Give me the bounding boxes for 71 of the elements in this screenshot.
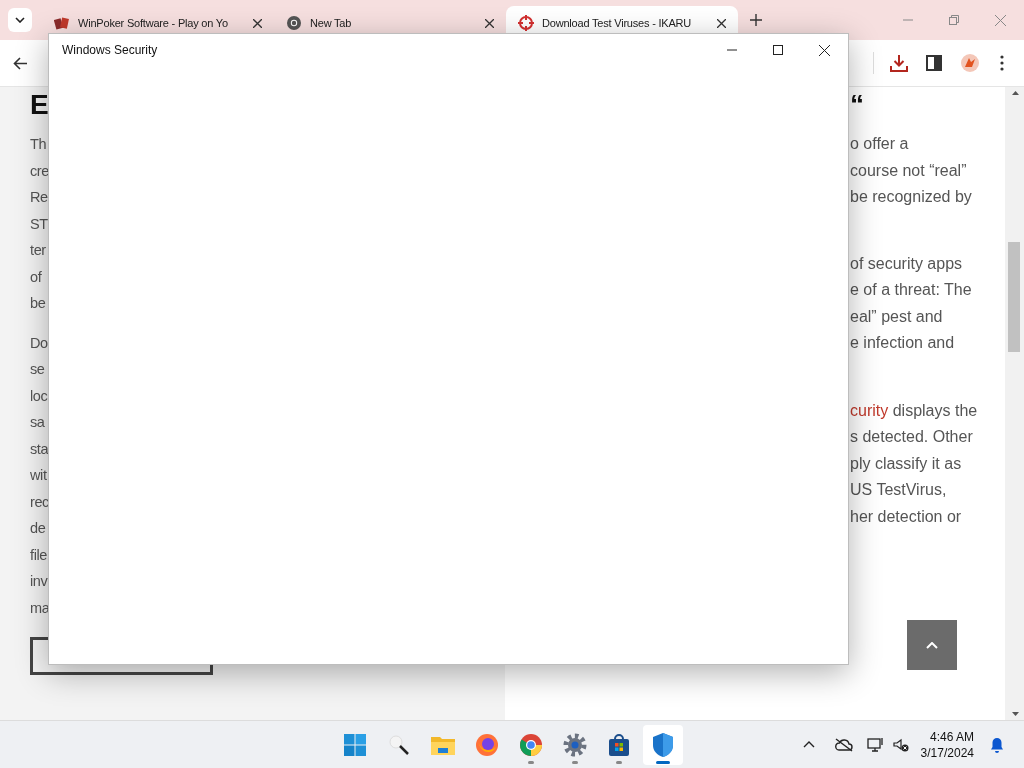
text-line: course not “real” — [850, 160, 967, 181]
close-tab-icon[interactable] — [253, 18, 262, 28]
taskbar-app[interactable] — [643, 724, 683, 765]
close-tab-icon[interactable] — [717, 18, 726, 28]
download-icon[interactable] — [890, 54, 908, 72]
playing-cards-icon — [54, 16, 70, 30]
text-line: de — [30, 519, 46, 538]
back-icon[interactable] — [13, 56, 28, 70]
browser-tab[interactable]: New Tab — [274, 6, 506, 40]
chevron-up-icon — [926, 641, 938, 649]
shield-icon — [651, 731, 675, 758]
heading: “ — [850, 89, 864, 121]
text-line: ter — [30, 241, 46, 260]
text-line: loc — [30, 386, 48, 406]
crosshair-icon — [518, 15, 534, 31]
text-line: s detected. Other — [850, 427, 973, 447]
text-line: cre — [30, 161, 49, 181]
text-line: US TestVirus, — [850, 480, 947, 500]
text-line: curity displays the — [850, 400, 978, 421]
text-line: rec — [30, 492, 49, 512]
tab-list-button[interactable] — [8, 8, 32, 32]
extension-icon[interactable] — [960, 53, 980, 73]
scroll-up-icon[interactable] — [1012, 91, 1019, 95]
text-line: be — [30, 294, 46, 313]
windows-logo-icon — [343, 732, 367, 757]
clock-date[interactable]: 3/17/2024 — [920, 744, 974, 761]
text-line: Th — [30, 135, 47, 154]
chrome-icon — [519, 732, 543, 757]
new-tab-icon[interactable] — [750, 14, 762, 26]
bell-icon[interactable] — [990, 736, 1004, 753]
text-line: her detection or — [850, 506, 962, 527]
scrollbar[interactable] — [1005, 87, 1024, 720]
text-line: e infection and — [850, 333, 955, 353]
chevron-up-icon[interactable] — [802, 741, 815, 748]
cloud-off-icon[interactable] — [834, 737, 853, 752]
scrollbar-thumb[interactable] — [1008, 242, 1020, 352]
text-line: wit — [30, 466, 47, 485]
gear-icon — [563, 732, 587, 757]
chrome-icon — [286, 15, 302, 31]
firefox-icon — [475, 732, 499, 757]
menu-icon[interactable] — [1000, 55, 1004, 71]
text-line: Do — [30, 333, 48, 353]
text-line: e of a threat: The — [850, 280, 972, 300]
browser-tab[interactable]: WinPoker Software - Play on Yo — [42, 6, 274, 40]
clock-time[interactable]: 4:46 AM — [929, 728, 974, 745]
close-tab-icon[interactable] — [485, 18, 494, 28]
restore-icon[interactable] — [949, 15, 959, 25]
text-line: file — [30, 545, 47, 565]
text-line: of security apps — [850, 253, 963, 274]
text-line: sta — [30, 439, 49, 459]
store-bag-icon — [607, 732, 631, 757]
magnifier-icon — [387, 732, 411, 757]
close-icon[interactable] — [819, 44, 830, 56]
text-line: be recognized by — [850, 187, 972, 207]
window-title: Windows Security — [62, 42, 158, 59]
text-line: ST — [30, 214, 48, 234]
maximize-icon[interactable] — [773, 45, 783, 55]
side-panel-icon[interactable] — [926, 55, 942, 71]
text-line: inv — [30, 572, 48, 591]
heading: E — [30, 89, 49, 121]
text-line: se — [30, 360, 45, 379]
scroll-down-icon[interactable] — [1012, 712, 1019, 716]
chevron-down-icon — [15, 17, 25, 23]
text-line: Re — [30, 188, 48, 207]
text-line: ply classify it as — [850, 453, 962, 474]
network-icon[interactable] — [866, 736, 885, 753]
text-line: o offer a — [850, 134, 909, 154]
text-line: sa — [30, 413, 45, 432]
speaker-muted-icon[interactable] — [892, 737, 909, 752]
text-line: eal” pest and — [850, 306, 943, 327]
text-line: of — [30, 267, 42, 287]
